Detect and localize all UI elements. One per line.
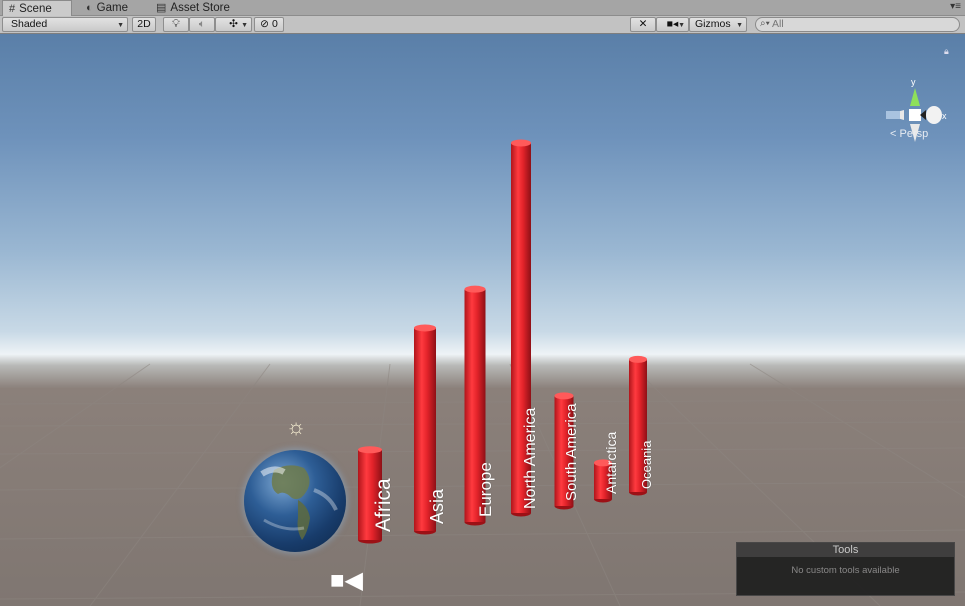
- effects-dropdown[interactable]: ✣ ▼: [215, 17, 252, 32]
- gizmos-dropdown[interactable]: Gizmos ▼: [689, 17, 747, 32]
- eye-slash-icon: ⊘: [260, 18, 269, 30]
- tab-asset-store-label: Asset Store: [170, 2, 230, 14]
- tab-menu-icon[interactable]: ▾≡: [950, 1, 961, 12]
- bar-label-north-america: North America: [522, 407, 539, 509]
- lighting-toggle-button[interactable]: 💡︎: [163, 17, 189, 32]
- chevron-down-icon: ▼: [241, 22, 248, 29]
- tools-panel-title: Tools: [737, 543, 954, 557]
- gizmo-x-cone[interactable]: [926, 106, 942, 124]
- scene-toolbar: Shaded ▼ 2D 💡︎ 🔈︎ ✣ ▼ ⊘ 0 ✕ ■◂ ▼ Gizmos …: [0, 16, 965, 34]
- grid-icon: #: [9, 3, 16, 15]
- search-placeholder: All: [772, 18, 784, 30]
- sun-light-icon[interactable]: ☼: [286, 414, 306, 440]
- shading-mode-dropdown[interactable]: Shaded ▼: [2, 17, 128, 32]
- tools-settings-button[interactable]: ✕: [630, 17, 656, 32]
- camera-settings-dropdown[interactable]: ■◂ ▼: [656, 17, 689, 32]
- bar-label-oceania: Oceania: [639, 440, 654, 489]
- store-icon: ▤: [156, 2, 167, 14]
- gizmo-y-cone[interactable]: [910, 88, 920, 106]
- 2d-toggle-button[interactable]: 2D: [132, 17, 156, 32]
- gizmos-label: Gizmos: [695, 18, 731, 30]
- editor-tab-strip: # Scene ◐ Game ▤ Asset Store ▾≡: [0, 0, 965, 17]
- bar-label-south-america: South America: [563, 403, 580, 501]
- lightbulb-icon: 💡︎: [172, 18, 180, 30]
- 2d-label: 2D: [137, 18, 151, 30]
- chevron-down-icon: ▼: [117, 22, 124, 29]
- tab-scene-label: Scene: [19, 3, 52, 15]
- shading-mode-label: Shaded: [11, 18, 48, 30]
- bar-label-europe: Europe: [476, 462, 495, 517]
- bar-label-antarctica: Antarctica: [603, 431, 619, 494]
- gizmo-y-label: y: [911, 78, 916, 87]
- pacman-icon: ◐: [86, 2, 93, 14]
- audio-toggle-button[interactable]: 🔈︎: [189, 17, 215, 32]
- tab-game-label: Game: [96, 2, 128, 14]
- effects-icon: ✣: [229, 18, 238, 30]
- camera-gizmo-icon[interactable]: ■◀: [330, 566, 363, 595]
- bar-label-asia: Asia: [427, 488, 447, 524]
- tools-overlay-panel: Tools No custom tools available: [736, 542, 955, 596]
- perspective-toggle[interactable]: < Persp: [890, 128, 928, 140]
- earth-globe[interactable]: [244, 450, 346, 552]
- hidden-count: 0: [271, 18, 278, 30]
- gizmo-center-cube[interactable]: [909, 109, 921, 121]
- chevron-down-icon: ▼: [678, 22, 685, 29]
- perspective-icon: <: [890, 128, 897, 140]
- gizmo-z-cone[interactable]: [886, 111, 900, 119]
- hidden-objects-toggle[interactable]: ⊘ 0: [254, 17, 284, 32]
- tools-panel-message: No custom tools available: [791, 565, 900, 576]
- camera-icon: ■◂: [666, 18, 679, 30]
- perspective-label: Persp: [899, 128, 929, 140]
- globe-continents: [260, 465, 338, 540]
- bar-chart: [358, 139, 647, 544]
- tab-scene[interactable]: # Scene: [2, 0, 72, 17]
- tab-asset-store[interactable]: ▤ Asset Store: [150, 0, 236, 16]
- search-icon: ⌕▾: [760, 18, 770, 29]
- lock-icon[interactable]: 🔒︎: [944, 46, 949, 57]
- crossed-tools-icon: ✕: [638, 18, 648, 30]
- search-input[interactable]: ⌕▾ All: [755, 17, 960, 32]
- gizmo-x-label: x: [942, 111, 947, 121]
- tab-game[interactable]: ◐ Game: [80, 0, 134, 16]
- chevron-down-icon: ▼: [736, 22, 743, 29]
- bar-label-africa: Africa: [372, 478, 395, 532]
- scene-viewport[interactable]: Africa Asia Europe North America South A…: [0, 34, 965, 606]
- speaker-icon: 🔈︎: [198, 18, 206, 30]
